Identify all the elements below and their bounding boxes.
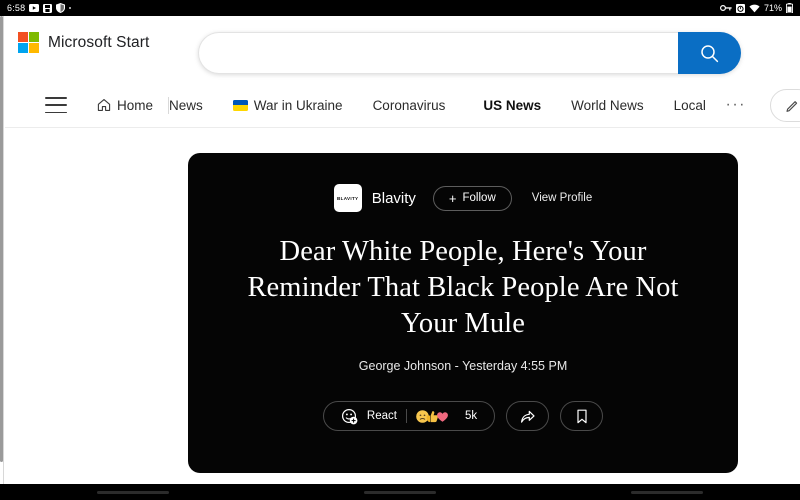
back-button[interactable]: [630, 490, 703, 494]
scrollbar-thumb[interactable]: [0, 16, 3, 462]
site-navigation: Home News War in Ukraine Coronavirus US …: [5, 84, 800, 126]
nav-item-coronavirus-label: Coronavirus: [372, 97, 446, 113]
status-bar-left: 6:58: [7, 3, 72, 13]
hamburger-icon[interactable]: [45, 97, 67, 113]
save-icon: [43, 3, 53, 13]
battery-icon: [786, 3, 793, 13]
share-icon: [521, 410, 535, 423]
brand-logo-group[interactable]: Microsoft Start: [18, 32, 149, 53]
nav-overflow-button[interactable]: ···: [718, 97, 754, 113]
follow-button[interactable]: + Follow: [432, 185, 512, 211]
pencil-icon: [785, 100, 797, 112]
shield-icon: [56, 3, 66, 13]
nav-item-news[interactable]: News: [169, 98, 203, 113]
article-actions: React 5k: [322, 401, 604, 431]
follow-button-label: Follow: [462, 192, 496, 204]
nav-item-war-in-ukraine[interactable]: War in Ukraine: [232, 97, 343, 113]
ukraine-flag-icon: [232, 99, 248, 111]
microsoft-logo: [18, 32, 39, 53]
dot-indicator: [69, 7, 72, 9]
brand-title: Microsoft Start: [48, 33, 150, 51]
home-icon: [97, 99, 111, 111]
video-icon: [29, 4, 40, 12]
bookmark-button[interactable]: [560, 401, 604, 431]
battery-level: 71%: [763, 3, 782, 13]
article-headline[interactable]: Dear White People, Here's Your Reminder …: [243, 234, 683, 342]
share-button[interactable]: [506, 401, 550, 431]
nav-item-us-news-label: US News: [483, 97, 542, 113]
article-byline: George Johnson - Yesterday 4:55 PM: [358, 359, 568, 373]
publisher-name[interactable]: Blavity: [372, 190, 416, 207]
plus-icon: +: [448, 190, 457, 206]
nav-item-coronavirus[interactable]: Coronavirus: [373, 98, 446, 113]
home-button[interactable]: [363, 490, 436, 494]
reaction-emoji-group: [416, 409, 448, 423]
blavity-logo: BLAVITY: [333, 184, 362, 212]
status-bar: 6:58 71%: [0, 0, 800, 16]
heart-emoji: [437, 411, 448, 422]
nav-item-local[interactable]: Local: [674, 98, 706, 113]
vpn-key-icon: [719, 5, 732, 11]
header-bottom-divider: [5, 127, 800, 128]
blavity-logo-text: BLAVITY: [337, 195, 359, 201]
search-icon: [701, 44, 719, 62]
nav-item-list: Home News War in Ukraine Coronavirus US …: [85, 96, 706, 114]
nav-item-world-news[interactable]: World News: [571, 98, 644, 113]
scrollbar-track[interactable]: [0, 16, 4, 484]
nav-item-us-news[interactable]: US News: [483, 98, 541, 113]
system-navigation-bar: [0, 484, 800, 500]
search-input[interactable]: [198, 32, 678, 74]
status-bar-right: 71%: [719, 3, 793, 13]
nav-item-home-label: Home: [117, 97, 154, 113]
reaction-count: 5k: [464, 410, 478, 422]
react-button-label: React: [366, 410, 397, 422]
search-button[interactable]: [678, 32, 741, 74]
edit-feed-button[interactable]: [770, 88, 800, 122]
nav-right-group: ···: [718, 88, 800, 122]
recents-button[interactable]: [97, 490, 170, 494]
status-bar-clock: 6:58: [7, 3, 26, 13]
device-screen: 6:58 71% Microsoft Start Home News War i…: [0, 0, 800, 500]
nav-item-home[interactable]: Home: [97, 98, 153, 113]
nav-item-news-label: News: [169, 97, 203, 113]
nav-item-local-label: Local: [673, 97, 706, 113]
search-bar[interactable]: [198, 32, 741, 74]
view-profile-link[interactable]: View Profile: [532, 192, 593, 204]
action-divider: [405, 409, 407, 423]
browser-viewport: Microsoft Start Home News War in Ukraine…: [0, 16, 800, 484]
bookmark-icon: [576, 409, 587, 423]
nav-item-war-in-ukraine-label: War in Ukraine: [253, 97, 343, 113]
wifi-icon: [749, 4, 760, 12]
emoji-add-icon: [341, 408, 358, 424]
article-card[interactable]: BLAVITY Blavity + Follow View Profile De…: [188, 153, 738, 473]
react-button[interactable]: React 5k: [322, 401, 496, 431]
nav-item-world-news-label: World News: [571, 97, 644, 113]
alarm-icon: [735, 3, 745, 13]
publisher-row: BLAVITY Blavity + Follow View Profile: [333, 184, 593, 212]
site-header: Microsoft Start: [5, 16, 800, 74]
